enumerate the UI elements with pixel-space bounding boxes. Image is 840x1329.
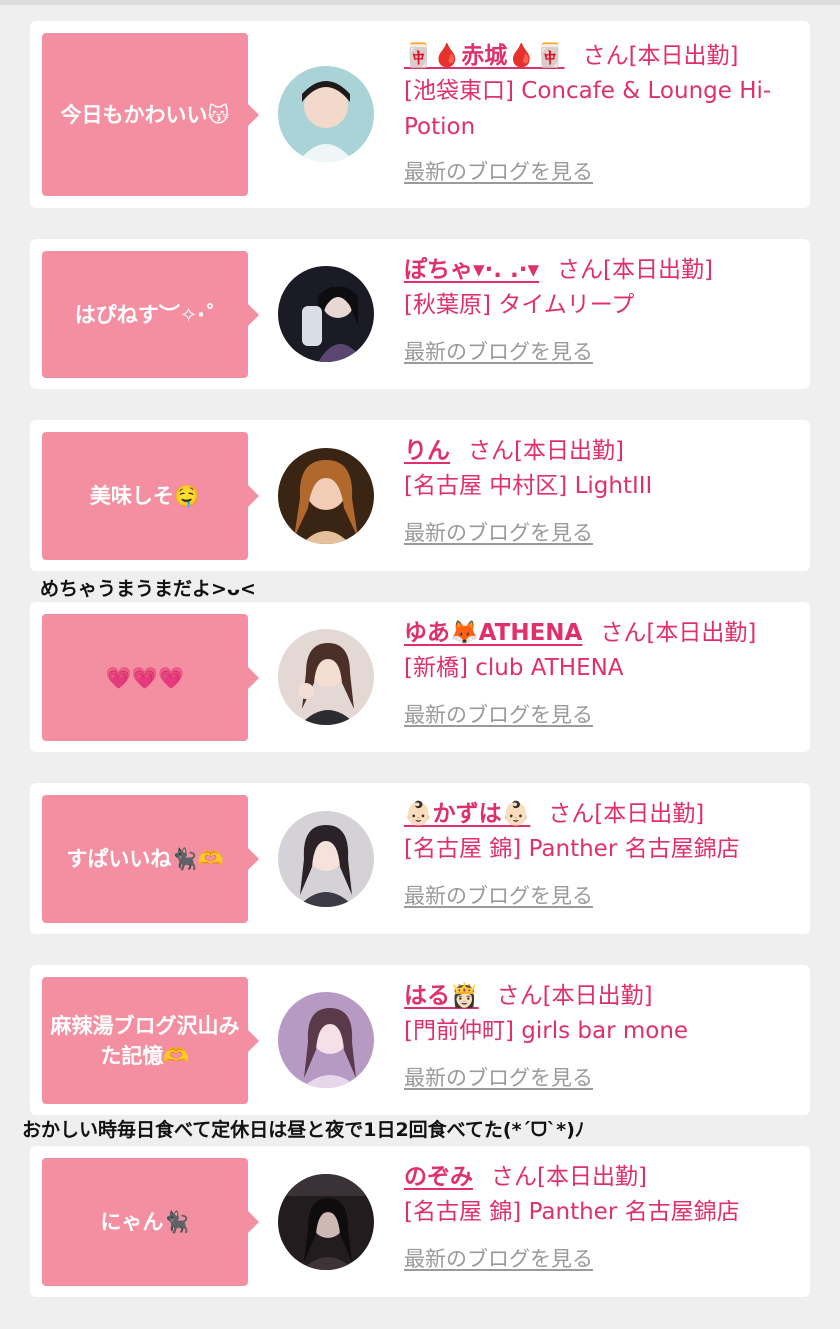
user-card: はぴねす︶✧‧˚ ぽちゃ▾·. .·▾ さん[本日出勤] [秋葉原] タイムリープ… [30, 239, 810, 389]
honorific: さん [600, 620, 647, 646]
shop-name: [秋葉原] タイムリープ [404, 292, 635, 318]
latest-blog-link[interactable]: 最新のブログを見る [404, 518, 593, 548]
user-name-link[interactable]: 🀄🩸赤城🩸🀄 [404, 43, 565, 69]
latest-blog-link[interactable]: 最新のブログを見る [404, 1244, 593, 1274]
comment-bubble: 💗💗💗 [42, 614, 259, 741]
comment-bubble: 麻辣湯ブログ沢山みた記憶🫶 [42, 977, 259, 1104]
avatar[interactable] [278, 1174, 374, 1270]
duty-status: [本日出勤] [537, 1164, 647, 1190]
shop-name: [名古屋 錦] Panther 名古屋錦店 [404, 836, 740, 862]
latest-blog-link[interactable]: 最新のブログを見る [404, 881, 593, 911]
comment-bubble: すぱいいね🐈‍⬛🫶 [42, 795, 259, 923]
honorific: さん [496, 983, 543, 1009]
overlay-caption: おかしい時毎日食べて定休日は昼と夜で1日2回食べてた(*´ᗜ`*)ﾉ [22, 1119, 585, 1141]
duty-status: [本日出勤] [603, 257, 713, 283]
avatar[interactable] [278, 448, 374, 544]
duty-status: [本日出勤] [628, 43, 739, 69]
top-divider [0, 0, 840, 5]
duty-status: [本日出勤] [514, 438, 624, 464]
user-name-link[interactable]: のぞみ [404, 1164, 473, 1190]
user-card: 麻辣湯ブログ沢山みた記憶🫶 はる👸🏻 さん[本日出勤] [門前仲町] girls … [30, 965, 810, 1115]
avatar[interactable] [278, 811, 374, 907]
duty-status: [本日出勤] [646, 620, 757, 646]
shop-name: [門前仲町] girls bar mone [404, 1018, 689, 1044]
user-name-link[interactable]: ゆあ🦊ATHENA [404, 620, 582, 646]
honorific: さん [557, 257, 604, 283]
honorific: さん [491, 1164, 537, 1190]
shop-name: [新橋] club ATHENA [404, 655, 624, 681]
honorific: さん [582, 43, 629, 69]
avatar[interactable] [278, 66, 374, 162]
avatar[interactable] [278, 992, 374, 1088]
duty-status: [本日出勤] [542, 983, 653, 1009]
comment-bubble: 美味しそ🤤 [42, 432, 259, 560]
honorific: さん [548, 801, 595, 827]
duty-status: [本日出勤] [594, 801, 705, 827]
user-card: にゃん🐈‍⬛ のぞみ さん[本日出勤] [名古屋 錦] Panther 名古屋錦店… [30, 1146, 810, 1297]
overlay-caption: めちゃうまうまだよ>ᴗ< [40, 578, 256, 600]
user-card: 美味しそ🤤 りん さん[本日出勤] [名古屋 中村区] LightIII 最新のブ… [30, 420, 810, 571]
honorific: さん [468, 438, 514, 464]
user-name-link[interactable]: ぽちゃ▾·. .·▾ [404, 257, 539, 283]
user-card: すぱいいね🐈‍⬛🫶 👶🏻かずは👶🏻 さん[本日出勤] [名古屋 錦] Panthe… [30, 783, 810, 934]
user-card: 今日もかわいい😽 🀄🩸赤城🩸🀄 さん[本日出勤] [池袋東口] Concafe &… [30, 21, 810, 208]
shop-name: [名古屋 中村区] LightIII [404, 473, 653, 499]
shop-name: [池袋東口] Concafe & Lounge Hi-Potion [404, 78, 772, 140]
user-card: 💗💗💗 ゆあ🦊ATHENA さん[本日出勤] [新橋] club ATHENA 最… [30, 602, 810, 752]
latest-blog-link[interactable]: 最新のブログを見る [404, 157, 593, 187]
user-name-link[interactable]: りん [404, 438, 450, 464]
latest-blog-link[interactable]: 最新のブログを見る [404, 337, 593, 367]
shop-name: [名古屋 錦] Panther 名古屋錦店 [404, 1199, 740, 1225]
comment-bubble: にゃん🐈‍⬛ [42, 1158, 259, 1286]
comment-bubble: 今日もかわいい😽 [42, 33, 259, 196]
latest-blog-link[interactable]: 最新のブログを見る [404, 700, 593, 730]
latest-blog-link[interactable]: 最新のブログを見る [404, 1063, 593, 1093]
avatar[interactable] [278, 266, 374, 362]
comment-bubble: はぴねす︶✧‧˚ [42, 251, 259, 378]
avatar[interactable] [278, 629, 374, 725]
user-name-link[interactable]: 👶🏻かずは👶🏻 [404, 801, 530, 827]
user-name-link[interactable]: はる👸🏻 [404, 983, 479, 1009]
